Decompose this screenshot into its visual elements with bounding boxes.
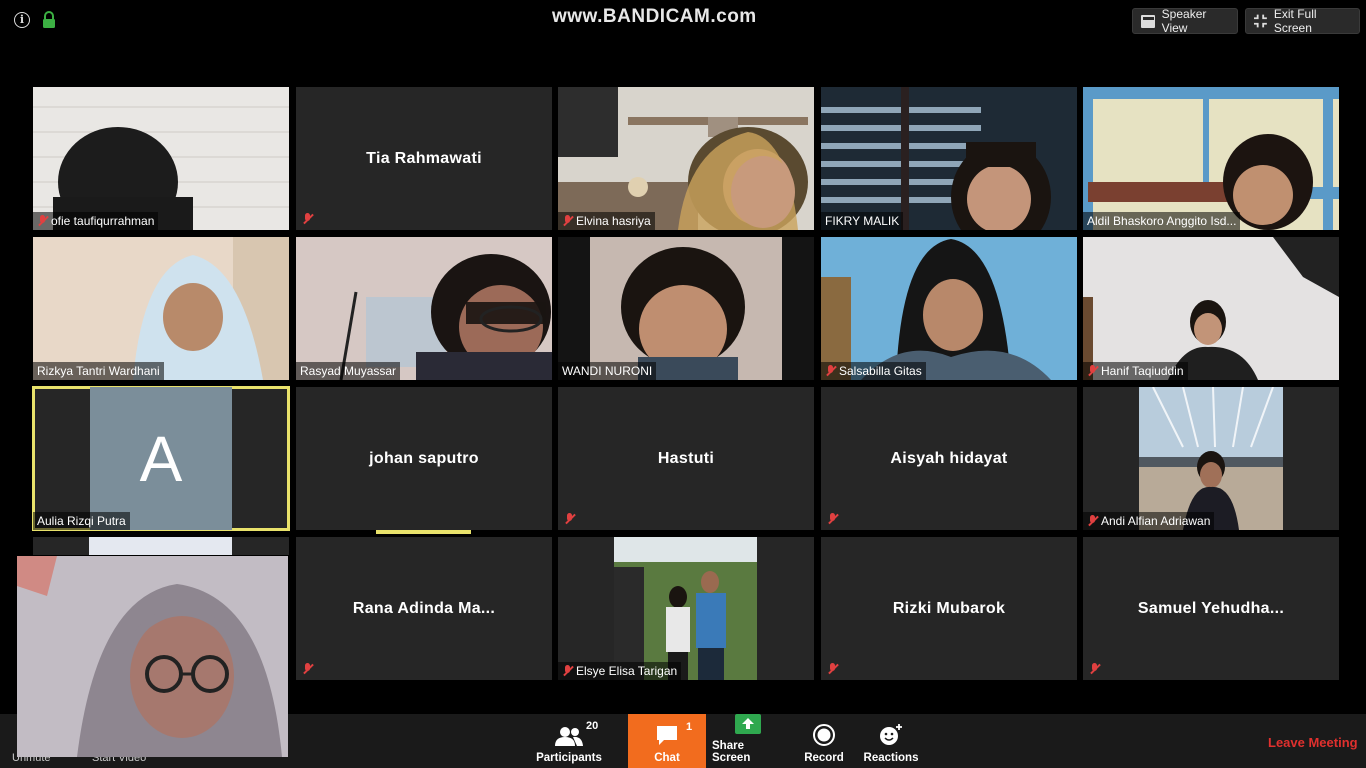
chat-icon [657, 726, 677, 745]
participant-tile[interactable]: ofie taufiqurrahman [33, 87, 289, 230]
participant-video [821, 237, 1077, 380]
participant-video [558, 537, 814, 680]
participant-name: Tia Rahmawati [366, 149, 482, 167]
participant-tile[interactable]: Rasyad Muyassar [296, 237, 552, 380]
lock-icon[interactable] [42, 11, 56, 29]
record-label: Record [804, 752, 844, 764]
participant-name: Elsye Elisa Tarigan [558, 662, 682, 680]
muted-mic-icon [1087, 365, 1098, 377]
participants-button[interactable]: 20 Participants [532, 714, 606, 768]
participant-video [1083, 387, 1339, 530]
participant-tile[interactable]: Salsabilla Gitas [821, 237, 1077, 380]
participant-name: Samuel Yehudha... [1137, 599, 1285, 617]
participant-tile[interactable]: Hastuti [558, 387, 814, 530]
record-button[interactable]: Record [796, 714, 852, 768]
participant-tile[interactable]: Samuel Yehudha... [1083, 537, 1339, 680]
participant-video [558, 237, 814, 380]
participant-name: Elvina hasriya [558, 212, 655, 230]
participant-name: Rizkya Tantri Wardhani [33, 362, 164, 380]
participant-tile[interactable]: Aldil Bhaskoro Anggito Isd... [1083, 87, 1339, 230]
participant-video [33, 237, 289, 380]
muted-mic-icon [827, 513, 838, 525]
share-screen-label: Share Screen [712, 740, 751, 764]
participant-name: johan saputro [369, 449, 479, 467]
muted-mic-icon [302, 663, 313, 675]
muted-mic-icon [37, 215, 48, 227]
speaker-view-label: Speaker View [1161, 7, 1207, 35]
record-icon [813, 724, 835, 746]
chat-button[interactable]: 1 Chat [628, 714, 706, 768]
participants-label: Participants [536, 752, 602, 764]
participant-name: Aisyah hidayat [890, 449, 1008, 467]
participant-video [558, 87, 814, 230]
participant-name: Hanif Taqiuddin [1083, 362, 1188, 380]
bandicam-watermark: www.BANDICAM.com [552, 6, 757, 27]
reactions-icon [880, 724, 902, 745]
participant-video [33, 87, 289, 230]
top-bar: i www.BANDICAM.com Speaker View Exit Ful… [0, 0, 1366, 40]
leave-meeting-button[interactable]: Leave Meeting [1268, 735, 1358, 750]
muted-mic-icon [825, 365, 836, 377]
participant-tile[interactable]: Rana Adinda Ma... [296, 537, 552, 680]
participant-name: Rana Adinda Ma... [352, 599, 496, 617]
participant-tile[interactable]: Elsye Elisa Tarigan [558, 537, 814, 680]
exit-full-screen-button[interactable]: Exit Full Screen [1245, 7, 1360, 35]
participant-tile[interactable]: Rizkya Tantri Wardhani [33, 237, 289, 380]
reactions-button[interactable]: Reactions [862, 714, 920, 768]
speaker-view-button[interactable]: Speaker View [1132, 7, 1238, 35]
chat-badge: 1 [686, 721, 693, 733]
participant-video [1083, 237, 1339, 380]
participants-icon [555, 727, 583, 746]
self-view-image [17, 556, 288, 757]
participant-name: Hastuti [657, 449, 715, 467]
reactions-label: Reactions [863, 752, 919, 764]
participant-tile-active-speaker[interactable]: A Aulia Rizqi Putra [32, 386, 290, 531]
participant-name: Rasyad Muyassar [296, 362, 401, 380]
participant-name: Salsabilla Gitas [821, 362, 926, 380]
participant-video [821, 87, 1077, 230]
participant-tile[interactable]: Hanif Taqiuddin [1083, 237, 1339, 380]
participant-tile[interactable]: WANDI NURONI [558, 237, 814, 380]
muted-mic-icon [1089, 663, 1100, 675]
exit-full-screen-icon [1254, 14, 1267, 28]
audio-indicator [376, 530, 471, 534]
info-icon[interactable]: i [14, 12, 30, 28]
participant-name: Aulia Rizqi Putra [33, 512, 130, 530]
participant-tile[interactable]: Tia Rahmawati [296, 87, 552, 230]
chat-label: Chat [654, 752, 680, 764]
self-view-video[interactable] [17, 556, 288, 757]
participant-video [89, 537, 232, 555]
muted-mic-icon [564, 513, 575, 525]
participant-tile[interactable]: FIKRY MALIK [821, 87, 1077, 230]
participant-name: FIKRY MALIK [821, 212, 904, 230]
muted-mic-icon [827, 663, 838, 675]
participant-video [296, 237, 552, 380]
speaker-view-icon [1141, 14, 1155, 28]
participant-name: WANDI NURONI [558, 362, 657, 380]
share-screen-button[interactable]: Share Screen [712, 714, 784, 768]
muted-mic-icon [302, 213, 313, 225]
participant-name: Rizki Mubarok [892, 599, 1006, 617]
participant-tile[interactable]: Rizki Mubarok [821, 537, 1077, 680]
avatar: A [90, 387, 232, 530]
share-screen-icon [735, 714, 761, 734]
participant-tile-partial[interactable] [33, 537, 289, 555]
participant-name: Aldil Bhaskoro Anggito Isd... [1083, 212, 1241, 230]
participant-tile[interactable]: Aisyah hidayat [821, 387, 1077, 530]
muted-mic-icon [562, 665, 573, 677]
participant-name: ofie taufiqurrahman [33, 212, 159, 230]
participant-tile[interactable]: Andi Alfian Adriawan [1083, 387, 1339, 530]
participant-tile[interactable]: johan saputro [296, 387, 552, 530]
muted-mic-icon [1087, 515, 1098, 527]
muted-mic-icon [562, 215, 573, 227]
participant-name: Andi Alfian Adriawan [1083, 512, 1215, 530]
participant-tile[interactable]: Elvina hasriya [558, 87, 814, 230]
participant-video [1083, 87, 1339, 230]
participants-count: 20 [586, 720, 599, 732]
exit-full-screen-label: Exit Full Screen [1273, 7, 1317, 35]
